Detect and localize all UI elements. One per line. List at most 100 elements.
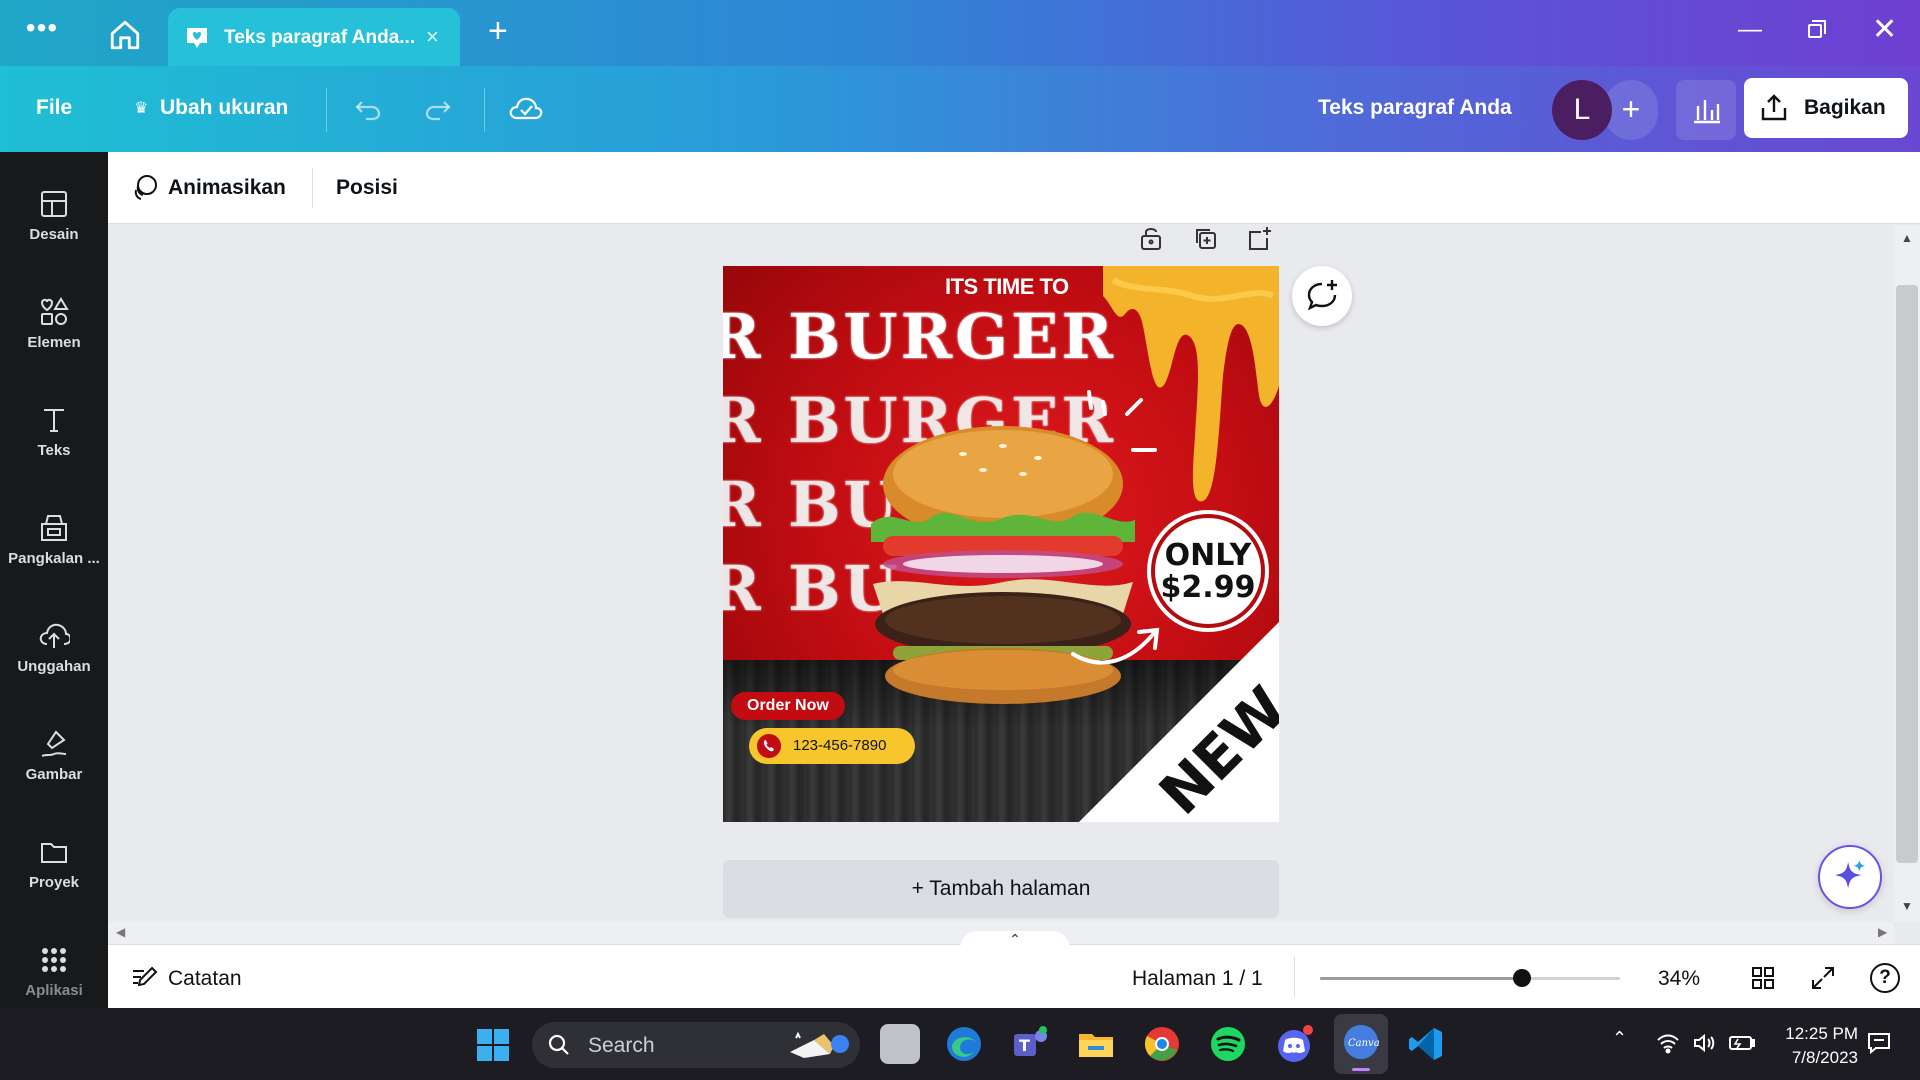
zoom-slider[interactable]: [1320, 969, 1620, 987]
folder-icon: [41, 843, 67, 863]
sidebar-item-brand[interactable]: Pangkalan ...: [0, 486, 108, 576]
resize-button[interactable]: Ubah ukuran: [132, 96, 288, 120]
expand-pages-button[interactable]: ⌃: [960, 931, 1070, 953]
discord-icon[interactable]: [1274, 1024, 1314, 1064]
grid-view-icon[interactable]: [1750, 965, 1776, 991]
page-indicator[interactable]: Halaman 1 / 1: [1132, 967, 1263, 991]
duplicate-page-icon[interactable]: [1192, 224, 1218, 252]
file-explorer-icon[interactable]: [1076, 1024, 1116, 1064]
search-highlight-art-icon: [790, 1031, 849, 1058]
brand-kit-icon: [41, 515, 67, 541]
add-collaborator-button[interactable]: +: [1604, 80, 1658, 140]
sidebar-item-text[interactable]: Teks: [0, 378, 108, 468]
vscode-icon[interactable]: [1406, 1024, 1446, 1064]
document-title[interactable]: Teks paragraf Anda: [1318, 96, 1512, 120]
design-artboard[interactable]: R BURGER R BURGER R BU R BU ITS TIME TO …: [723, 266, 1279, 822]
restore-button[interactable]: [1808, 20, 1826, 38]
minimize-button[interactable]: —: [1738, 16, 1762, 44]
help-button[interactable]: ?: [1870, 963, 1900, 993]
order-now-label[interactable]: Order Now: [731, 692, 845, 720]
zoom-slider-fill: [1320, 977, 1522, 980]
volume-icon[interactable]: [1692, 1032, 1716, 1054]
canva-icon: Canva: [1344, 1025, 1380, 1071]
toolbar-divider: [312, 168, 313, 208]
cloud-saved-icon[interactable]: [508, 92, 544, 124]
teams-icon[interactable]: T: [1010, 1024, 1050, 1064]
zoom-slider-knob[interactable]: [1513, 969, 1531, 987]
search-label: Search: [588, 1034, 655, 1057]
sidebar-item-design[interactable]: Desain: [0, 162, 108, 252]
headline-text[interactable]: ITS TIME TO: [945, 274, 1069, 300]
spotify-icon[interactable]: [1208, 1024, 1248, 1064]
tab-title: Teks paragraf Anda...: [224, 27, 416, 48]
position-button[interactable]: Posisi: [336, 176, 398, 200]
header-divider: [484, 88, 485, 132]
price-only-text: ONLY: [1164, 538, 1252, 573]
notes-button[interactable]: Catatan: [168, 967, 242, 991]
taskbar-clock[interactable]: 12:25 PM 7/8/2023: [1778, 1022, 1858, 1070]
draw-icon: [41, 730, 67, 757]
clock-time: 12:25 PM: [1785, 1024, 1858, 1043]
add-comment-button[interactable]: [1292, 266, 1352, 326]
lock-icon[interactable]: [1138, 224, 1164, 252]
wifi-icon[interactable]: [1656, 1032, 1680, 1054]
canva-app-active[interactable]: Canva: [1334, 1014, 1388, 1074]
browser-menu-button[interactable]: •••: [22, 14, 62, 48]
phone-pill[interactable]: 123-456-7890: [749, 728, 915, 764]
avatar[interactable]: L: [1552, 80, 1612, 140]
scroll-down-icon[interactable]: ▼: [1901, 899, 1913, 913]
battery-icon[interactable]: [1728, 1034, 1756, 1052]
comment-plus-icon: [1307, 280, 1337, 311]
tab-close-button[interactable]: ×: [426, 24, 439, 50]
share-button[interactable]: Bagikan: [1744, 78, 1908, 138]
sparkle-icon: [1835, 860, 1865, 889]
scroll-up-icon[interactable]: ▲: [1901, 231, 1913, 245]
file-menu-button[interactable]: File: [36, 96, 72, 120]
layout-icon: [41, 191, 67, 217]
edge-browser-icon[interactable]: [944, 1024, 984, 1064]
tray-overflow-icon[interactable]: ⌃: [1612, 1028, 1627, 1049]
sidebar-item-label: Desain: [29, 226, 79, 243]
insights-button[interactable]: [1676, 80, 1736, 140]
add-page-icon[interactable]: [1246, 224, 1272, 252]
phone-icon: [757, 734, 781, 758]
fullscreen-icon[interactable]: [1810, 965, 1836, 991]
animate-button[interactable]: Animasikan: [168, 176, 286, 200]
sidebar-item-elements[interactable]: Elemen: [0, 270, 108, 360]
header-divider: [326, 88, 327, 132]
resize-label: Ubah ukuran: [160, 96, 289, 119]
sidebar-item-apps[interactable]: Aplikasi: [0, 918, 108, 1008]
task-view-app[interactable]: [880, 1024, 920, 1064]
phone-number: 123-456-7890: [793, 737, 887, 754]
chrome-icon[interactable]: [1142, 1024, 1182, 1064]
close-window-button[interactable]: ✕: [1872, 12, 1897, 47]
svg-text:Canva: Canva: [1348, 1038, 1380, 1049]
add-page-button[interactable]: + Tambah halaman: [723, 860, 1279, 918]
text-icon: [44, 409, 64, 432]
apps-icon: [42, 948, 66, 972]
notification-icon[interactable]: [1866, 1030, 1892, 1056]
scroll-left-icon[interactable]: ◀: [116, 925, 125, 939]
redo-icon[interactable]: [422, 92, 454, 124]
windows-start-icon[interactable]: [476, 1028, 510, 1062]
sidebar-item-draw[interactable]: Gambar: [0, 702, 108, 792]
scroll-right-icon[interactable]: ▶: [1878, 925, 1887, 939]
search-icon: [548, 1034, 569, 1055]
taskbar-search[interactable]: Search: [532, 1022, 860, 1068]
vertical-scrollbar[interactable]: ▲ ▼: [1894, 225, 1920, 922]
bar-chart-icon: [1694, 100, 1720, 124]
footer-divider: [1294, 957, 1295, 997]
sidebar-item-projects[interactable]: Proyek: [0, 810, 108, 900]
browser-tab-active[interactable]: Teks paragraf Anda... ×: [168, 8, 460, 66]
zoom-level[interactable]: 34%: [1658, 967, 1700, 991]
scroll-thumb[interactable]: [1896, 285, 1918, 863]
magic-assistant-button[interactable]: [1818, 845, 1882, 909]
new-tab-button[interactable]: +: [488, 14, 508, 48]
notes-icon: [133, 966, 158, 987]
sidebar-item-uploads[interactable]: Unggahan: [0, 594, 108, 684]
price-badge[interactable]: ONLY $2.99: [1151, 514, 1265, 628]
svg-text:T: T: [1019, 1036, 1030, 1055]
home-icon[interactable]: [108, 18, 142, 52]
clock-date: 7/8/2023: [1791, 1048, 1858, 1067]
undo-icon[interactable]: [352, 92, 384, 124]
